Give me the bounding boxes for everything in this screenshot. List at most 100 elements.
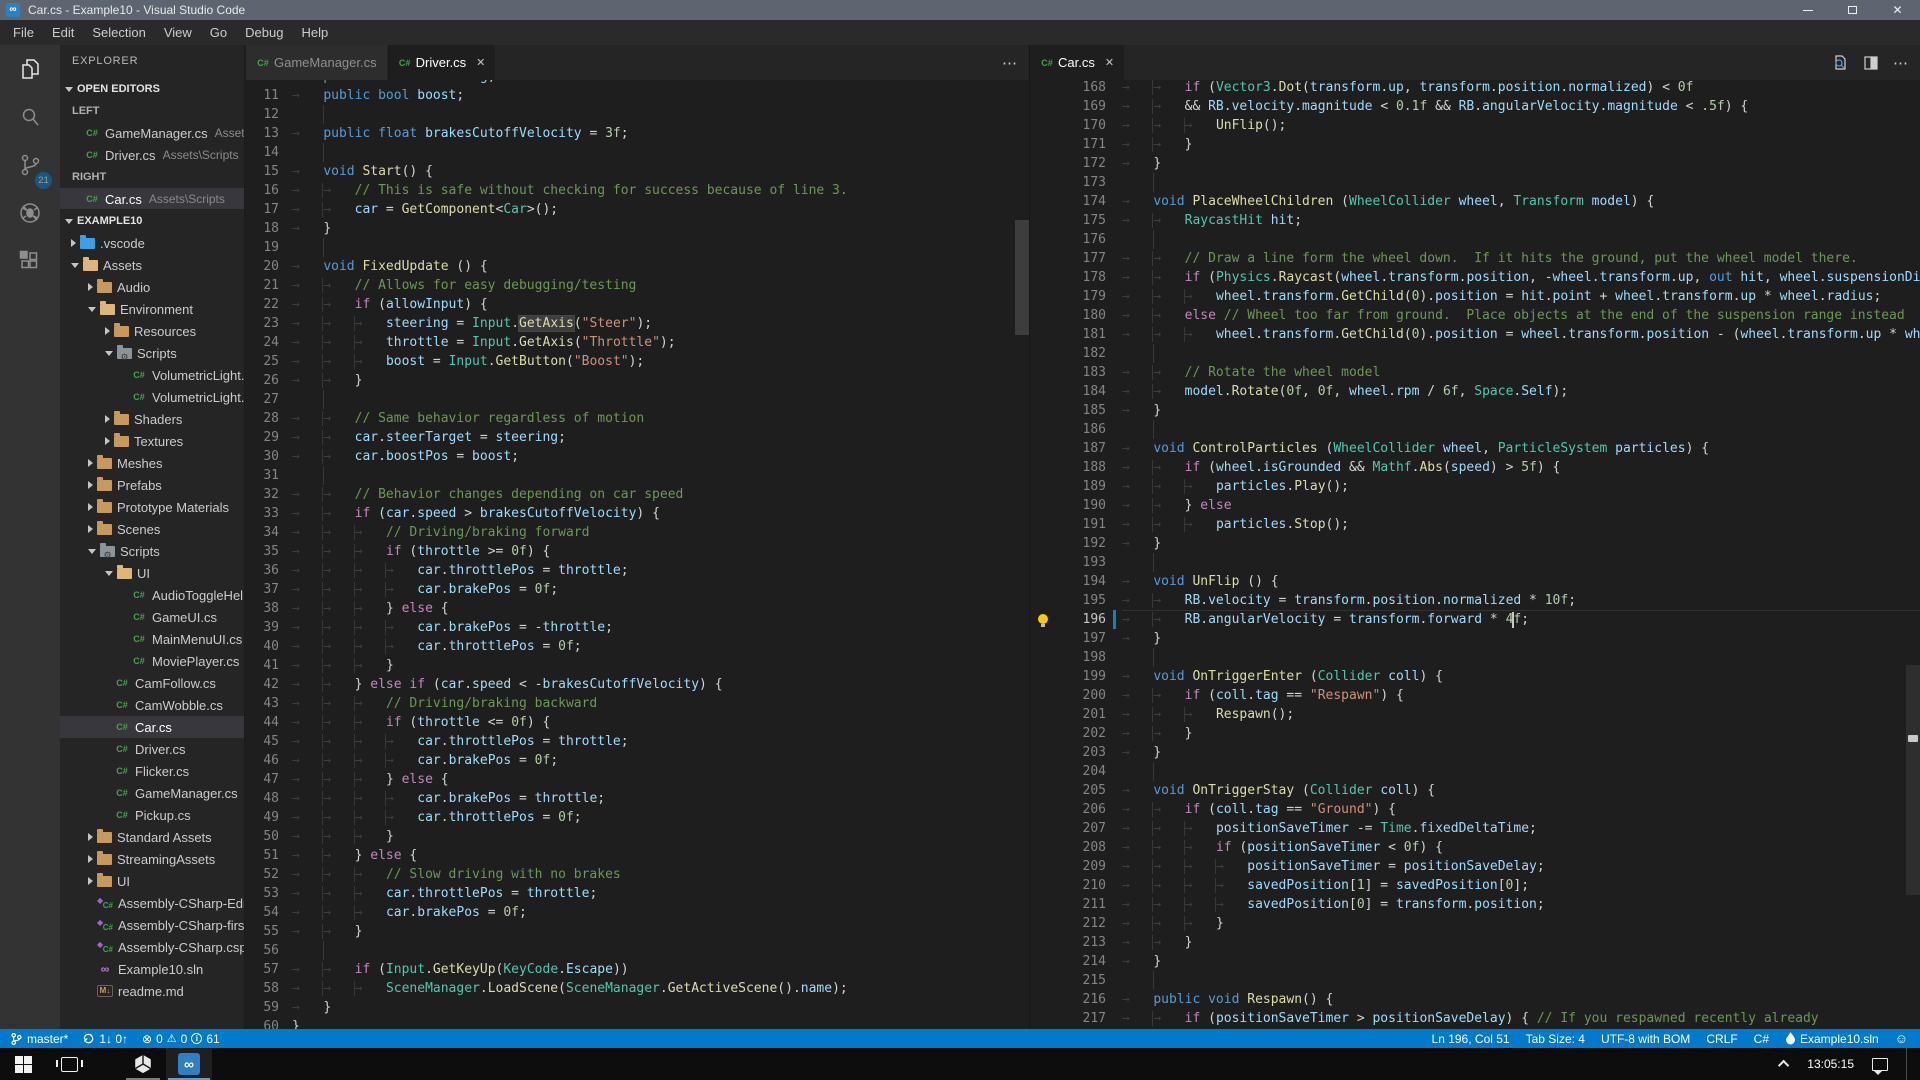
code-line-43[interactable]: 43→ → → // Driving/braking backward — [246, 694, 1029, 713]
code-line-191[interactable]: 191→ → → particles.Stop(); — [1030, 515, 1920, 534]
code-text[interactable]: → → } — [292, 922, 1029, 941]
code-line-186[interactable]: 186 — [1030, 420, 1920, 439]
code-line-25[interactable]: 25→ → → boost = Input.GetButton("Boost")… — [246, 352, 1029, 371]
gutter[interactable]: 213 — [1030, 933, 1122, 952]
code-text[interactable]: → → // Same behavior regardless of motio… — [292, 409, 1029, 428]
code-text[interactable]: → → → particles.Play(); — [1122, 477, 1920, 496]
code-line-197[interactable]: 197→ } — [1030, 629, 1920, 648]
code-text[interactable]: → → → } — [292, 827, 1029, 846]
gutter[interactable]: 186 — [1030, 420, 1122, 439]
code-line-209[interactable]: 209→ → → → positionSaveTimer = positionS… — [1030, 857, 1920, 876]
code-text[interactable]: → → → if (throttle >= 0f) { — [292, 542, 1029, 561]
code-text[interactable]: → } — [1122, 401, 1920, 420]
tree-item-volumetriclight...[interactable]: C#VolumetricLight... — [60, 364, 244, 386]
close-button[interactable]: ✕ — [1875, 0, 1920, 20]
gutter[interactable]: 212 — [1030, 914, 1122, 933]
code-line-53[interactable]: 53→ → → car.throttlePos = throttle; — [246, 884, 1029, 903]
gutter[interactable]: 194 — [1030, 572, 1122, 591]
code-text[interactable]: → void PlaceWheelChildren (WheelCollider… — [1122, 192, 1920, 211]
code-text[interactable]: → void OnTriggerEnter (Collider coll) { — [1122, 667, 1920, 686]
code-line-48[interactable]: 48→ → → → car.brakePos = throttle; — [246, 789, 1029, 808]
tab-driver.cs[interactable]: C#Driver.cs✕ — [388, 45, 497, 80]
code-text[interactable] — [292, 143, 1029, 162]
tree-item-audio[interactable]: Audio — [60, 276, 244, 298]
gutter[interactable]: 193 — [1030, 553, 1122, 572]
tree-item-standard-assets[interactable]: Standard Assets — [60, 826, 244, 848]
gutter[interactable]: 172 — [1030, 154, 1122, 173]
open-editors-header[interactable]: OPEN EDITORS — [60, 78, 244, 100]
tree-item-example10.sln[interactable]: ∞Example10.sln — [60, 958, 244, 980]
code-line-210[interactable]: 210→ → → → savedPosition[1] = savedPosit… — [1030, 876, 1920, 895]
menu-item-go[interactable]: Go — [201, 20, 236, 45]
code-line-202[interactable]: 202→ → } — [1030, 724, 1920, 743]
code-text[interactable]: → → } — [292, 371, 1029, 390]
code-line-204[interactable]: 204 — [1030, 762, 1920, 781]
code-text[interactable]: → → else // Wheel too far from ground. P… — [1122, 306, 1920, 325]
gutter[interactable]: 55 — [246, 922, 292, 941]
gutter[interactable]: 52 — [246, 865, 292, 884]
code-line-55[interactable]: 55→ → } — [246, 922, 1029, 941]
tree-item-assembly-csharp-first...[interactable]: ◆C#Assembly-CSharp-first... — [60, 914, 244, 936]
code-line-35[interactable]: 35→ → → if (throttle >= 0f) { — [246, 542, 1029, 561]
split-editor-button[interactable] — [1863, 55, 1879, 71]
gutter[interactable]: 200 — [1030, 686, 1122, 705]
code-text[interactable]: → void Start() { — [292, 162, 1029, 181]
code-text[interactable]: → → → car.brakePos = 0f; — [292, 903, 1029, 922]
code-line-190[interactable]: 190→ → } else — [1030, 496, 1920, 515]
gutter[interactable]: 18 — [246, 219, 292, 238]
gutter[interactable]: 207 — [1030, 819, 1122, 838]
start-button[interactable] — [0, 1048, 46, 1080]
gutter[interactable]: 171 — [1030, 135, 1122, 154]
code-text[interactable]: → → → SceneManager.LoadScene(SceneManage… — [292, 979, 1029, 998]
gutter[interactable]: 209 — [1030, 857, 1122, 876]
code-line-17[interactable]: 17→ → car = GetComponent<Car>(); — [246, 200, 1029, 219]
code-text[interactable]: } — [292, 1017, 1029, 1029]
code-line-184[interactable]: 184→ → model.Rotate(0f, 0f, wheel.rpm / … — [1030, 382, 1920, 401]
code-line-50[interactable]: 50→ → → } — [246, 827, 1029, 846]
tree-item-environment[interactable]: Environment — [60, 298, 244, 320]
code-text[interactable]: → → → Respawn(); — [1122, 705, 1920, 724]
code-line-183[interactable]: 183→ → // Rotate the wheel model — [1030, 363, 1920, 382]
gutter[interactable]: 192 — [1030, 534, 1122, 553]
code-line-212[interactable]: 212→ → → } — [1030, 914, 1920, 933]
gutter[interactable]: 214 — [1030, 952, 1122, 971]
code-text[interactable] — [292, 238, 1029, 257]
gutter[interactable]: 17 — [246, 200, 292, 219]
code-text[interactable]: → void UnFlip () { — [1122, 572, 1920, 591]
gutter[interactable]: 179 — [1030, 287, 1122, 306]
gutter[interactable]: 31 — [246, 466, 292, 485]
code-text[interactable]: → → → → savedPosition[0] = transform.pos… — [1122, 895, 1920, 914]
tree-item-resources[interactable]: Resources — [60, 320, 244, 342]
code-text[interactable]: → } — [292, 219, 1029, 238]
gutter[interactable]: 169 — [1030, 97, 1122, 116]
gutter[interactable]: 39 — [246, 618, 292, 637]
gutter[interactable]: 188 — [1030, 458, 1122, 477]
more-actions-button[interactable]: ⋯ — [1893, 54, 1908, 72]
code-line-45[interactable]: 45→ → → → car.throttlePos = throttle; — [246, 732, 1029, 751]
code-line-51[interactable]: 51→ → } else { — [246, 846, 1029, 865]
gutter[interactable]: 19 — [246, 238, 292, 257]
gutter[interactable]: 21 — [246, 276, 292, 295]
code-text[interactable]: → → → → car.throttlePos = throttle; — [292, 732, 1029, 751]
code-text[interactable]: → → → if (positionSaveTimer < 0f) { — [1122, 838, 1920, 857]
code-text[interactable]: → → → // Driving/braking forward — [292, 523, 1029, 542]
code-text[interactable]: → } — [1122, 952, 1920, 971]
code-line-57[interactable]: 57→ → if (Input.GetKeyUp(KeyCode.Escape)… — [246, 960, 1029, 979]
code-line-32[interactable]: 32→ → // Behavior changes depending on c… — [246, 485, 1029, 504]
tree-item-volumetriclight...[interactable]: C#VolumetricLight... — [60, 386, 244, 408]
gutter[interactable]: 14 — [246, 143, 292, 162]
gutter[interactable]: 216 — [1030, 990, 1122, 1009]
code-line-207[interactable]: 207→ → → positionSaveTimer -= Time.fixed… — [1030, 819, 1920, 838]
scrollbar-thumb[interactable] — [1015, 220, 1029, 335]
code-line-179[interactable]: 179→ → → wheel.transform.GetChild(0).pos… — [1030, 287, 1920, 306]
gutter[interactable]: 201 — [1030, 705, 1122, 724]
code-text[interactable]: → → → positionSaveTimer -= Time.fixedDel… — [1122, 819, 1920, 838]
tree-item-mainmenuui.cs[interactable]: C#MainMenuUI.cs — [60, 628, 244, 650]
code-text[interactable]: → → car.steerTarget = steering; — [292, 428, 1029, 447]
gutter[interactable]: 189 — [1030, 477, 1122, 496]
gutter[interactable]: 42 — [246, 675, 292, 694]
task-view-button[interactable] — [46, 1048, 92, 1080]
gutter[interactable]: 36 — [246, 561, 292, 580]
gutter[interactable]: 195 — [1030, 591, 1122, 610]
menu-item-edit[interactable]: Edit — [43, 20, 83, 45]
